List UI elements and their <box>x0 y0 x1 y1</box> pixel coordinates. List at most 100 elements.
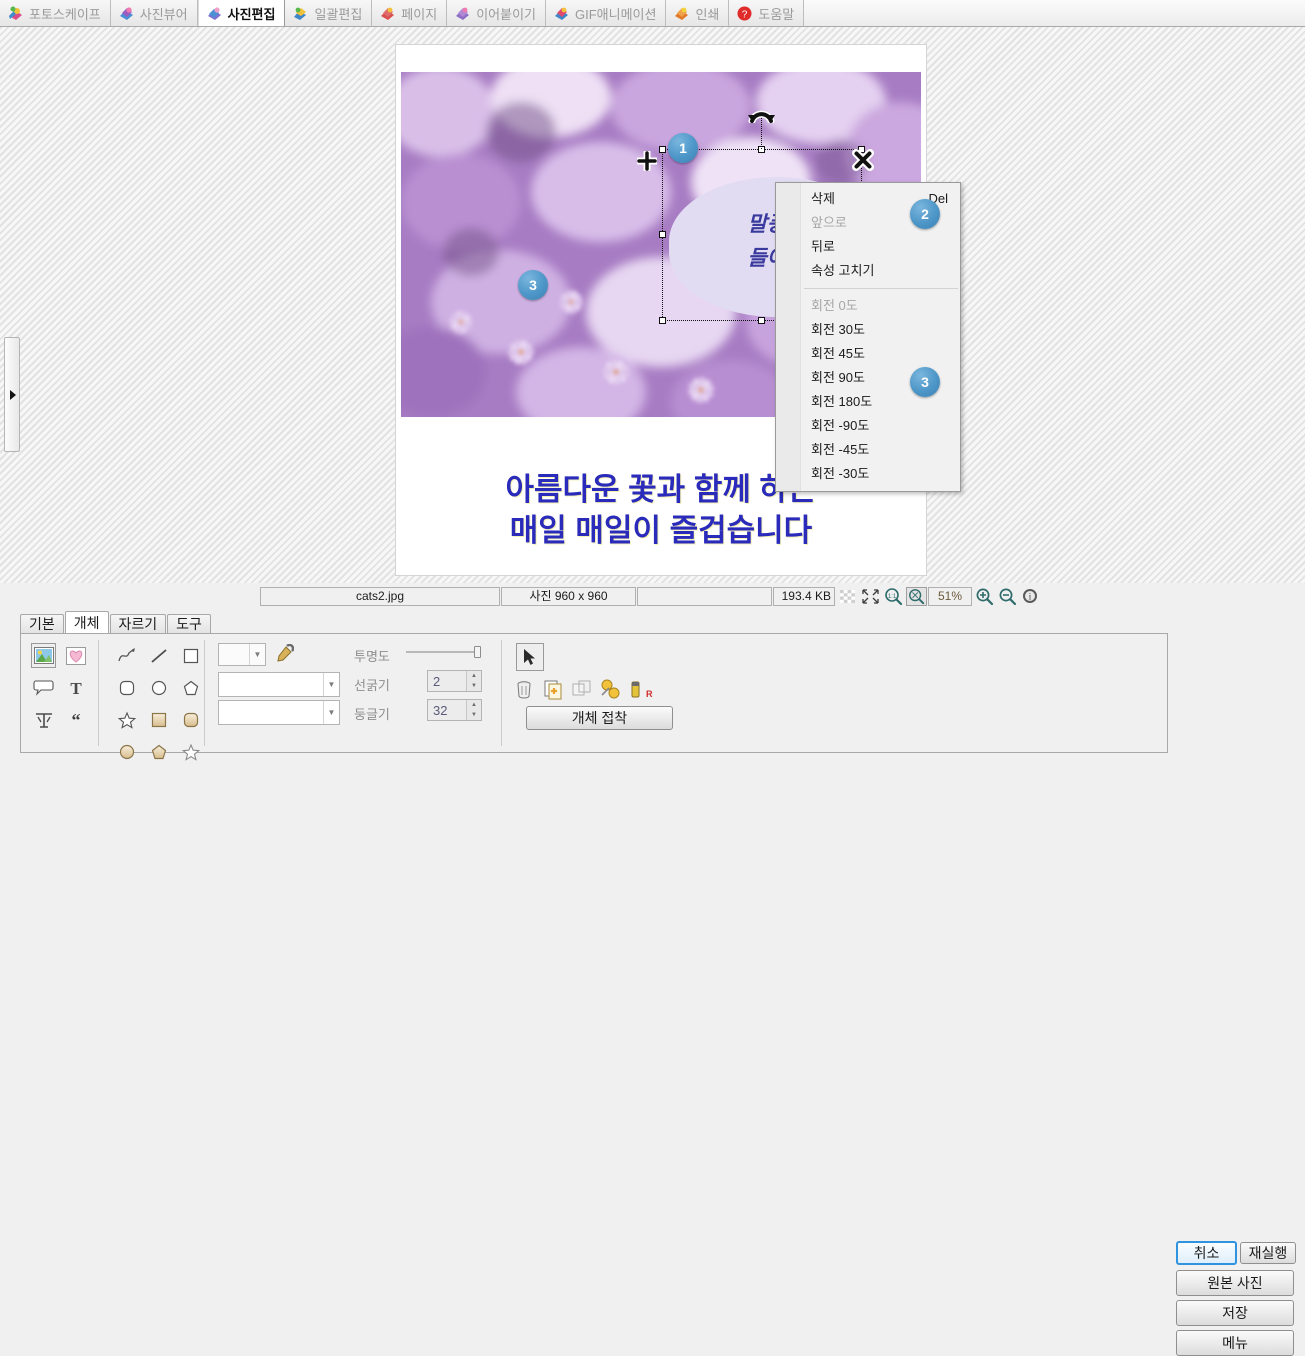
info-icon[interactable]: i <box>1020 587 1041 606</box>
menu-item-rotate-minus-90[interactable]: 회전 -90도 <box>776 414 960 438</box>
tab-help[interactable]: ? 도움말 <box>729 0 805 26</box>
stepper-up-icon[interactable]: ▲ <box>467 671 481 681</box>
rotate-handle-icon[interactable] <box>748 103 775 123</box>
text-object-icon[interactable]: T <box>63 675 88 700</box>
object-context-menu[interactable]: 삭제 Del 앞으로 뒤로 속성 고치기 회전 0도 회전 30도 회전 45도… <box>775 182 961 492</box>
arrow-select-icon[interactable] <box>516 643 544 671</box>
menu-item-label: 삭제 <box>811 191 835 206</box>
tab-combine[interactable]: 이어붙이기 <box>447 0 546 26</box>
text-effect-icon[interactable] <box>31 707 56 732</box>
stepper-down-icon[interactable]: ▼ <box>467 681 481 691</box>
line-style-combo[interactable]: ▼ <box>218 672 340 697</box>
slider-knob[interactable] <box>474 646 481 658</box>
rectangle-icon[interactable] <box>178 643 203 668</box>
zoom-in-icon[interactable] <box>974 587 995 606</box>
resize-handle-nw[interactable] <box>659 146 666 153</box>
filled-rounded-rect-icon[interactable] <box>178 707 203 732</box>
line-icon[interactable] <box>146 643 171 668</box>
group-object-icon[interactable] <box>571 678 593 700</box>
stepper-up-icon[interactable]: ▲ <box>467 700 481 710</box>
menu-item-label: 회전 -30도 <box>811 466 870 481</box>
resize-handle-w[interactable] <box>659 231 666 238</box>
page-icon <box>381 7 395 20</box>
tab-photo-edit[interactable]: 사진편집 <box>197 0 286 26</box>
filled-rect-icon[interactable] <box>146 707 171 732</box>
image-object-icon[interactable] <box>31 643 56 668</box>
rename-object-icon[interactable]: Re <box>629 678 653 700</box>
original-photo-button[interactable]: 원본 사진 <box>1176 1270 1294 1296</box>
redo-label: 재실행 <box>1248 1245 1288 1261</box>
menu-item-label: 뒤로 <box>811 239 835 254</box>
tab-photoscape[interactable]: 포토스케이프 <box>0 0 111 26</box>
merge-object-icon[interactable] <box>600 678 622 700</box>
menu-item-rotate-30[interactable]: 회전 30도 <box>776 318 960 342</box>
move-handle-icon[interactable] <box>637 151 657 171</box>
stepper-buttons[interactable]: ▲ ▼ <box>466 671 481 691</box>
paste-object-label: 개체 접착 <box>571 710 628 726</box>
menu-item-send-backward[interactable]: 뒤로 <box>776 235 960 259</box>
canvas-work-area[interactable]: 말풍선 들어갈 아름다운 꽃과 함께 하는 매일 매일이 즐겁습니다 <box>0 27 1305 583</box>
close-handle-icon[interactable] <box>852 149 874 171</box>
badge-number: 3 <box>529 277 537 293</box>
undo-button[interactable]: 취소 <box>1176 1241 1237 1265</box>
panel-tab-object[interactable]: 개체 <box>64 611 109 634</box>
photoscape-icon <box>9 6 22 20</box>
badge-number: 1 <box>679 140 687 156</box>
menu-item-label: 회전 0도 <box>811 298 858 313</box>
left-panel-expand-handle[interactable] <box>4 337 20 452</box>
paste-object-button[interactable]: 개체 접착 <box>526 706 673 730</box>
status-bar: cats2.jpg 사진 960 x 960 193.4 KB 1:1 51% … <box>0 583 1305 609</box>
undo-label: 취소 <box>1193 1245 1220 1261</box>
tab-label: 사진편집 <box>227 6 276 22</box>
resize-handle-sw[interactable] <box>659 317 666 324</box>
fit-window-icon[interactable] <box>906 586 927 606</box>
delete-object-icon[interactable] <box>513 678 535 700</box>
speech-bubble-icon[interactable] <box>31 675 56 700</box>
pentagon-icon[interactable] <box>178 675 203 700</box>
stepper-buttons[interactable]: ▲ ▼ <box>466 700 481 720</box>
tab-page[interactable]: 페이지 <box>372 0 448 26</box>
quote-icon[interactable]: “ <box>63 707 88 732</box>
transparency-icon[interactable] <box>837 587 858 606</box>
tab-photo-viewer[interactable]: 사진뷰어 <box>110 0 198 26</box>
panel-tab-basic[interactable]: 기본 <box>20 614 64 634</box>
panel-tab-tools[interactable]: 도구 <box>167 614 211 634</box>
tab-label: GIF애니메이션 <box>575 6 657 22</box>
tab-label: 페이지 <box>401 6 438 22</box>
duplicate-object-icon[interactable] <box>542 678 564 700</box>
resize-handle-s[interactable] <box>758 317 765 324</box>
zoom-out-icon[interactable] <box>997 587 1018 606</box>
rounded-rect-icon[interactable] <box>114 675 139 700</box>
heart-object-icon[interactable] <box>63 643 88 668</box>
gif-animation-icon <box>555 7 568 20</box>
freehand-icon[interactable] <box>114 643 139 668</box>
actual-size-icon[interactable]: 1:1 <box>883 587 904 606</box>
line-width-stepper[interactable]: 2 ▲ ▼ <box>427 670 482 692</box>
fit-icon[interactable] <box>860 587 881 606</box>
star-outline-icon[interactable] <box>114 707 139 732</box>
stepper-down-icon[interactable]: ▼ <box>467 710 481 720</box>
filled-pentagon-icon[interactable] <box>146 739 171 764</box>
menu-button[interactable]: 메뉴 <box>1176 1330 1294 1356</box>
save-button[interactable]: 저장 <box>1176 1300 1294 1326</box>
menu-item-rotate-45[interactable]: 회전 45도 <box>776 342 960 366</box>
fill-style-combo[interactable]: ▼ <box>218 700 340 725</box>
menu-item-edit-properties[interactable]: 속성 고치기 <box>776 259 960 283</box>
menu-item-rotate-minus-45[interactable]: 회전 -45도 <box>776 438 960 462</box>
tab-print[interactable]: 인쇄 <box>666 0 730 26</box>
filled-star-icon[interactable] <box>178 739 203 764</box>
color-swatch-combo[interactable]: ▼ <box>218 643 266 666</box>
status-zoom-level[interactable]: 51% <box>928 586 972 606</box>
circle-icon[interactable] <box>146 675 171 700</box>
filled-circle-icon[interactable] <box>114 739 139 764</box>
menu-item-rotate-minus-30[interactable]: 회전 -30도 <box>776 462 960 486</box>
tab-gif-animation[interactable]: GIF애니메이션 <box>546 0 667 26</box>
redo-button[interactable]: 재실행 <box>1240 1242 1296 1264</box>
opacity-slider[interactable] <box>406 646 481 658</box>
eyedropper-icon[interactable] <box>274 644 294 664</box>
panel-tab-crop[interactable]: 자르기 <box>109 614 167 634</box>
roundness-stepper[interactable]: 32 ▲ ▼ <box>427 699 482 721</box>
combine-icon <box>456 7 470 20</box>
tab-batch-edit[interactable]: 일괄편집 <box>285 0 373 26</box>
menu-item-label: 회전 45도 <box>811 346 865 361</box>
